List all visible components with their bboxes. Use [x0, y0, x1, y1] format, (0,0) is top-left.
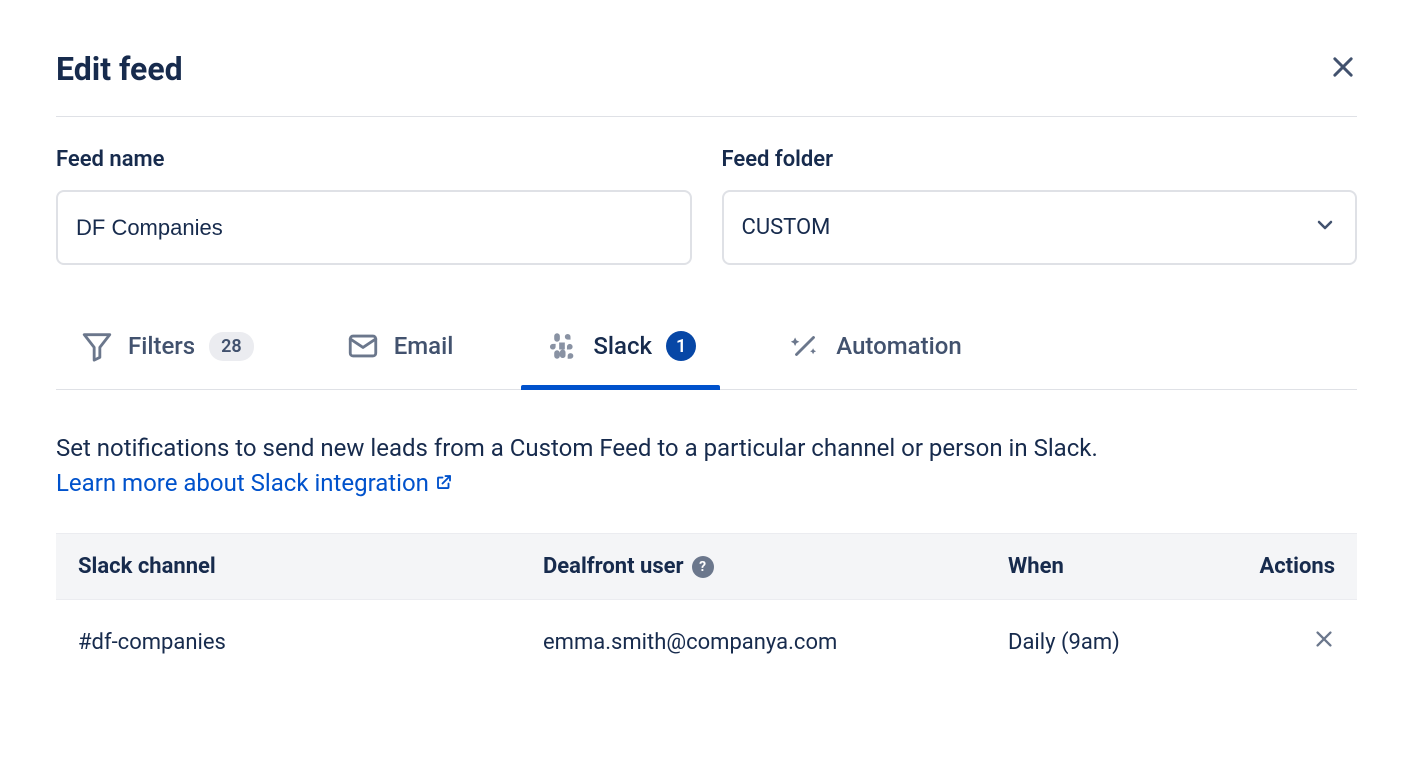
col-header-when: When	[1008, 554, 1248, 579]
tab-email-label: Email	[394, 332, 454, 360]
feed-folder-label: Feed folder	[722, 147, 1358, 172]
col-header-actions: Actions	[1248, 554, 1335, 579]
dialog-title: Edit feed	[56, 50, 183, 88]
cell-actions	[1248, 628, 1335, 656]
feed-name-input[interactable]	[56, 190, 692, 265]
slack-icon	[545, 329, 579, 363]
cell-when: Daily (9am)	[1008, 630, 1248, 655]
col-header-user-text: Dealfront user	[543, 554, 684, 579]
learn-more-text: Learn more about Slack integration	[56, 469, 429, 497]
feed-name-label: Feed name	[56, 147, 692, 172]
table-row: #df-companies emma.smith@companya.com Da…	[56, 600, 1357, 684]
automation-icon	[788, 329, 822, 363]
filters-count-badge: 28	[209, 332, 254, 361]
delete-row-button[interactable]	[1313, 628, 1335, 656]
feed-folder-value: CUSTOM	[742, 215, 831, 240]
feed-folder-select[interactable]: CUSTOM	[722, 190, 1358, 265]
slack-content: Set notifications to send new leads from…	[56, 430, 1357, 684]
cell-user: emma.smith@companya.com	[543, 630, 1008, 655]
external-link-icon	[435, 469, 453, 497]
tab-email[interactable]: Email	[322, 313, 478, 389]
edit-feed-dialog: Edit feed Feed name Feed folder CUSTOM	[0, 0, 1413, 734]
cell-channel: #df-companies	[78, 630, 543, 655]
tab-slack[interactable]: Slack 1	[521, 313, 720, 389]
close-button[interactable]	[1329, 53, 1357, 85]
close-icon	[1313, 631, 1335, 656]
form-row: Feed name Feed folder CUSTOM	[56, 147, 1357, 265]
tab-automation[interactable]: Automation	[764, 313, 985, 389]
feed-name-group: Feed name	[56, 147, 692, 265]
chevron-down-icon	[1313, 213, 1337, 243]
filter-icon	[80, 329, 114, 363]
tab-filters[interactable]: Filters 28	[56, 313, 278, 389]
slack-count-badge: 1	[666, 331, 696, 361]
slack-notifications-table: Slack channel Dealfront user ? When Acti…	[56, 533, 1357, 684]
dialog-header: Edit feed	[56, 50, 1357, 117]
col-header-channel: Slack channel	[78, 554, 543, 579]
tab-slack-label: Slack	[593, 332, 652, 360]
col-header-user: Dealfront user ?	[543, 554, 1008, 579]
close-icon	[1329, 53, 1357, 85]
table-header: Slack channel Dealfront user ? When Acti…	[56, 533, 1357, 600]
help-icon[interactable]: ?	[692, 556, 714, 578]
tabs: Filters 28 Email Slack 1 Automation	[56, 313, 1357, 390]
learn-more-link[interactable]: Learn more about Slack integration	[56, 469, 453, 497]
slack-description: Set notifications to send new leads from…	[56, 430, 1357, 467]
tab-filters-label: Filters	[128, 332, 195, 360]
feed-folder-group: Feed folder CUSTOM	[722, 147, 1358, 265]
email-icon	[346, 329, 380, 363]
tab-automation-label: Automation	[836, 332, 961, 360]
